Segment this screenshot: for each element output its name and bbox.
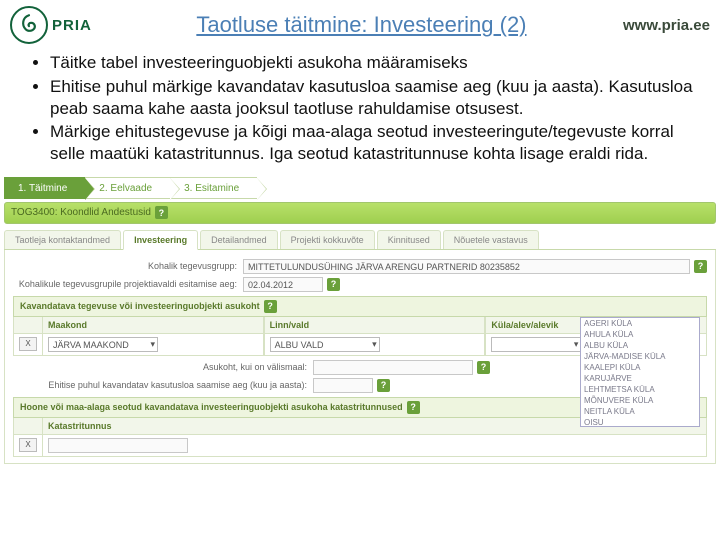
maakond-dropdown[interactable]: JÄRVA MAAKOND [48,337,158,352]
step-1[interactable]: 1. Täitmine [4,177,85,199]
usage-label: Ehitise puhul kavandatav kasutusloa saam… [13,380,313,390]
tab-details[interactable]: Detailandmed [200,230,278,249]
help-icon[interactable]: ? [477,361,490,374]
context-bar: TOG3400: Koondlid Andestusid ? [4,202,716,224]
list-item[interactable]: LEHTMETSA KÜLA [581,384,699,395]
kyla-dropdown[interactable] [491,337,581,352]
step-2[interactable]: 2. Eelvaade [85,177,170,199]
location-section-header: Kavandatava tegevuse või investeeringuob… [13,296,707,317]
help-icon[interactable]: ? [264,300,277,313]
list-item[interactable]: MÕNUVERE KÜLA [581,395,699,406]
tab-contact[interactable]: Taotleja kontaktandmed [4,230,121,249]
col-maakond: Maakond [43,317,263,334]
list-item[interactable]: KARUJÄRVE [581,373,699,384]
help-icon[interactable]: ? [377,379,390,392]
kyla-listbox[interactable]: AGERI KÜLA AHULA KÜLA ALBU KÜLA JÄRVA-MA… [580,317,700,427]
list-item[interactable]: OISU [581,417,699,427]
remove-row-button[interactable]: X [19,337,37,351]
date-field[interactable]: 02.04.2012 [243,277,323,292]
foreign-label: Asukoht, kui on välismaal: [13,362,313,372]
tab-summary[interactable]: Projekti kokkuvõte [280,230,375,249]
list-item[interactable]: AGERI KÜLA [581,318,699,329]
instruction-list: Täitke tabel investeeringuobjekti asukoh… [0,48,720,177]
group-field[interactable]: MITTETULUNDUSÜHING JÄRVA ARENGU PARTNERI… [243,259,690,274]
logo: PRIA [10,6,92,44]
context-bar-text: TOG3400: Koondlid Andestusid [11,207,151,218]
col-linn: Linn/vald [265,317,485,334]
help-icon[interactable]: ? [407,401,420,414]
bullet-item: Ehitise puhul märkige kavandatav kasutus… [50,76,694,120]
list-item[interactable]: ALBU KÜLA [581,340,699,351]
usage-field[interactable] [313,378,373,393]
bullet-item: Täitke tabel investeeringuobjekti asukoh… [50,52,694,74]
list-item[interactable]: NEITLA KÜLA [581,406,699,417]
help-icon[interactable]: ? [155,206,168,219]
site-url: www.pria.ee [623,17,710,34]
cadastre-field[interactable] [48,438,188,453]
tab-confirmations[interactable]: Kinnitused [377,230,441,249]
list-item[interactable]: JÄRVA-MADISE KÜLA [581,351,699,362]
help-icon[interactable]: ? [327,278,340,291]
logo-text: PRIA [52,17,92,34]
group-label: Kohalik tegevusgrupp: [13,261,243,271]
tab-strip: Taotleja kontaktandmed Investeering Deta… [4,230,716,250]
page-title: Taotluse täitmine: Investeering (2) [112,12,611,38]
remove-row-button[interactable]: X [19,438,37,452]
bullet-item: Märkige ehitustegevuse ja kõigi maa-alag… [50,121,694,165]
tab-compliance[interactable]: Nõuetele vastavus [443,230,539,249]
list-item[interactable]: AHULA KÜLA [581,329,699,340]
step-3[interactable]: 3. Esitamine [170,177,257,199]
list-item[interactable]: KAALEPI KÜLA [581,362,699,373]
date-label: Kohalikule tegevusgrupile projektiavaldi… [13,279,243,289]
tab-investment[interactable]: Investeering [123,230,198,250]
linn-dropdown[interactable]: ALBU VALD [270,337,380,352]
foreign-field[interactable] [313,360,473,375]
wizard-steps: 1. Täitmine 2. Eelvaade 3. Esitamine [4,177,716,199]
logo-swirl-icon [10,6,48,44]
help-icon[interactable]: ? [694,260,707,273]
